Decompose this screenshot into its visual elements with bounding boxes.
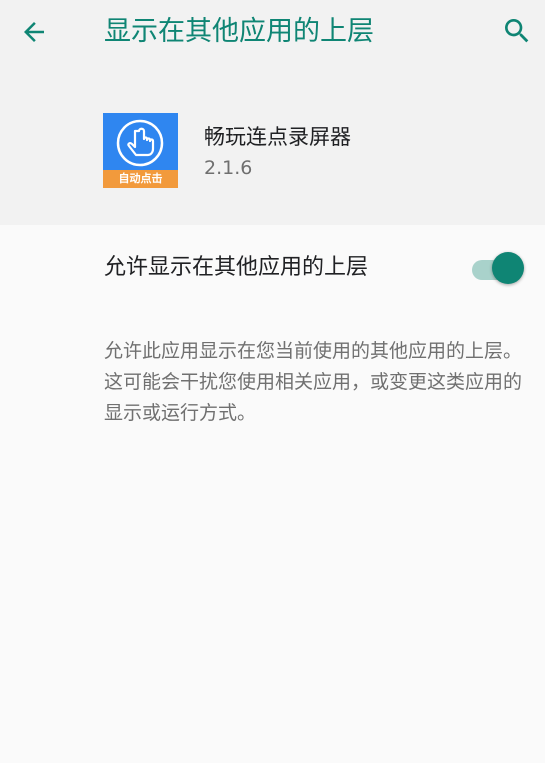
setting-label: 允许显示在其他应用的上层 [104, 255, 369, 280]
app-icon-label: 自动点击 [103, 170, 178, 188]
permission-description: 允许此应用显示在您当前使用的其他应用的上层。这可能会干扰您使用相关应用，或变更这… [104, 340, 523, 424]
page-title: 显示在其他应用的上层 [104, 16, 374, 47]
back-button[interactable] [10, 10, 58, 54]
arrow-left-icon [24, 22, 44, 42]
allow-overlay-switch[interactable] [470, 250, 526, 286]
hand-pointer-icon [116, 119, 164, 167]
search-button[interactable] [494, 8, 540, 54]
overlay-permission-screen: 显示在其他应用的上层 自动点击 畅玩连点录屏器 2.1.6 允许显示在其他应用的… [0, 0, 545, 763]
switch-thumb [492, 252, 524, 284]
app-version: 2.1.6 [204, 157, 253, 179]
search-icon [505, 19, 529, 43]
allow-overlay-setting[interactable]: 允许显示在其他应用的上层 [0, 225, 545, 311]
app-header: 显示在其他应用的上层 自动点击 畅玩连点录屏器 2.1.6 [0, 0, 545, 225]
app-icon: 自动点击 [103, 113, 178, 188]
app-name: 畅玩连点录屏器 [204, 125, 351, 149]
